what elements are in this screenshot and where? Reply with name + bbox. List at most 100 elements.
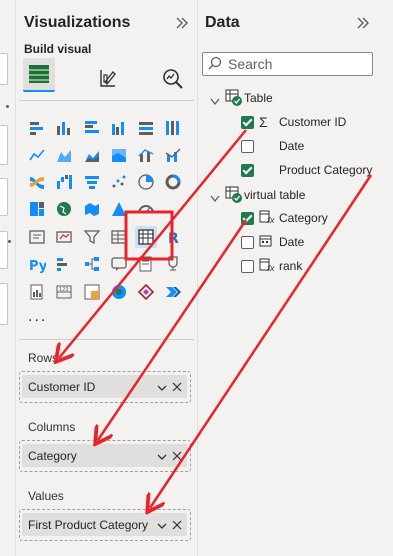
line-and-stacked-column-chart-icon[interactable] — [135, 144, 157, 166]
key-influencers-icon[interactable] — [53, 253, 75, 275]
field-name[interactable]: Date — [279, 139, 304, 153]
chevron-down-icon[interactable] — [157, 382, 167, 396]
strip-element[interactable] — [0, 283, 8, 325]
build-visual-table-icon[interactable] — [23, 58, 55, 92]
collapse-visualizations-icon[interactable] — [174, 15, 190, 31]
field-checkbox[interactable] — [241, 164, 254, 177]
analytics-icon[interactable] — [156, 62, 188, 94]
area-chart-icon[interactable] — [53, 144, 75, 166]
power-apps-diamond-icon[interactable] — [135, 281, 157, 303]
field-checkbox[interactable] — [241, 212, 254, 225]
columns-field-pill[interactable]: Category — [22, 444, 187, 467]
stacked-column-chart-icon[interactable] — [53, 117, 75, 139]
slicer-icon[interactable] — [81, 226, 103, 248]
search-icon — [208, 56, 222, 75]
data-pane — [197, 0, 393, 556]
scatter-chart-icon[interactable] — [108, 171, 130, 193]
columns-field-name: Category — [28, 449, 77, 463]
values-field-name: First Product Category — [28, 518, 149, 532]
field-checkbox[interactable] — [241, 140, 254, 153]
funnel-chart-icon[interactable] — [81, 171, 103, 193]
strip-element[interactable] — [0, 231, 8, 269]
decomposition-tree-icon[interactable] — [81, 253, 103, 275]
left-pane-strip — [0, 0, 16, 556]
field-name[interactable]: Date — [279, 235, 304, 249]
svg-text:fx: fx — [267, 216, 275, 224]
svg-text:R: R — [168, 231, 179, 246]
expand-chevron-icon[interactable] — [210, 190, 220, 208]
table-visual-icon[interactable] — [108, 226, 130, 248]
rows-well-label: Rows — [28, 351, 59, 365]
values-field-pill[interactable]: First Product Category — [22, 513, 187, 536]
goals-trophy-icon[interactable] — [162, 253, 184, 275]
filled-map-icon[interactable] — [81, 198, 103, 220]
smart-narrative-icon[interactable] — [135, 253, 157, 275]
strip-element[interactable] — [0, 53, 8, 85]
close-icon[interactable] — [172, 450, 182, 464]
line-chart-icon[interactable] — [26, 144, 48, 166]
stacked-bar-chart-icon[interactable] — [26, 117, 48, 139]
columns-well-label: Columns — [28, 420, 76, 434]
map-icon[interactable] — [53, 198, 75, 220]
table-icon — [225, 186, 243, 209]
kpi-icon[interactable] — [53, 226, 75, 248]
rows-field-pill[interactable]: Customer ID — [22, 375, 187, 398]
field-checkbox[interactable] — [241, 236, 254, 249]
collapse-data-icon[interactable] — [355, 15, 371, 31]
clustered-column-chart-icon[interactable] — [108, 117, 130, 139]
expand-chevron-icon[interactable] — [210, 93, 220, 111]
paginated-report-icon[interactable] — [26, 281, 48, 303]
100-stacked-bar-chart-icon[interactable] — [135, 117, 157, 139]
strip-element[interactable] — [0, 125, 8, 165]
r-visual-icon[interactable]: R — [162, 226, 184, 248]
gauge-icon[interactable] — [135, 198, 157, 220]
close-icon[interactable] — [172, 381, 182, 395]
table-icon — [225, 89, 243, 112]
strip-element[interactable] — [0, 178, 8, 216]
sigma-icon: Σ — [259, 114, 268, 130]
pie-chart-icon[interactable] — [135, 171, 157, 193]
100-stacked-column-chart-icon[interactable] — [162, 117, 184, 139]
python-visual-icon[interactable]: Py — [26, 253, 48, 275]
power-apps-icon[interactable] — [81, 281, 103, 303]
100-stacked-area-chart-icon[interactable] — [108, 144, 130, 166]
field-name[interactable]: Customer ID — [279, 115, 346, 129]
svg-text:fx: fx — [267, 264, 275, 272]
divider — [19, 339, 194, 340]
power-automate-icon[interactable] — [108, 281, 130, 303]
visualizations-title: Visualizations — [24, 14, 131, 31]
values-well-label: Values — [28, 489, 64, 503]
waterfall-chart-icon[interactable] — [53, 171, 75, 193]
table-name[interactable]: Table — [244, 91, 273, 105]
svg-text:123: 123 — [59, 287, 69, 293]
multi-row-card-icon[interactable]: 123 — [53, 281, 75, 303]
donut-chart-icon[interactable] — [162, 171, 184, 193]
matrix-visual-icon[interactable] — [135, 226, 157, 248]
azure-map-icon[interactable] — [108, 198, 130, 220]
treemap-icon[interactable] — [26, 198, 48, 220]
line-and-clustered-column-chart-icon[interactable] — [162, 144, 184, 166]
field-checkbox[interactable] — [241, 116, 254, 129]
close-icon[interactable] — [172, 519, 182, 533]
rows-field-name: Customer ID — [28, 380, 96, 394]
stacked-area-chart-icon[interactable] — [81, 144, 103, 166]
data-title: Data — [205, 14, 240, 31]
field-name[interactable]: Category — [279, 211, 328, 225]
card-icon[interactable] — [26, 226, 48, 248]
table-name[interactable]: virtual table — [244, 188, 305, 202]
scrollbar[interactable] — [384, 0, 393, 556]
field-name[interactable]: Product Category — [279, 163, 372, 177]
divider — [19, 100, 194, 101]
svg-text:Py: Py — [29, 259, 46, 273]
calendar-icon — [259, 234, 273, 253]
power-automate-chevron-icon[interactable] — [162, 281, 184, 303]
ribbon-chart-icon[interactable] — [26, 171, 48, 193]
chevron-down-icon[interactable] — [157, 520, 167, 534]
chevron-down-icon[interactable] — [157, 451, 167, 465]
more-visuals-ellipsis[interactable]: ... — [28, 308, 47, 326]
qa-visual-icon[interactable] — [108, 253, 130, 275]
field-checkbox[interactable] — [241, 260, 254, 273]
clustered-bar-chart-icon[interactable] — [81, 117, 103, 139]
format-visual-icon[interactable] — [92, 62, 124, 94]
field-name[interactable]: rank — [279, 259, 302, 273]
